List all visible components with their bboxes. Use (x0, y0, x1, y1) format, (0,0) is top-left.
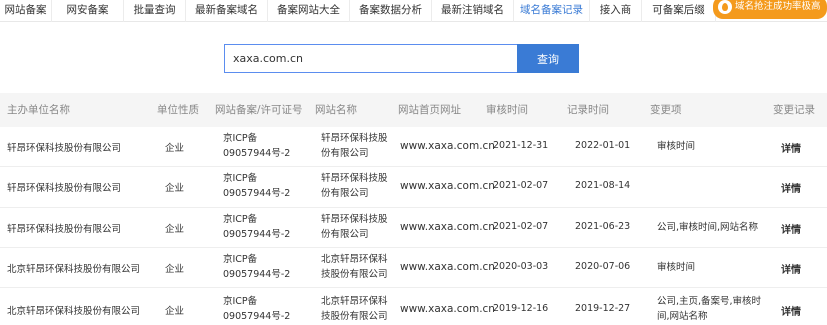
tab-providers[interactable]: 接入商 (590, 0, 642, 22)
site-name-cell: 轩昂环保科技股份有限公司 (321, 173, 388, 199)
record-date-cell: 2019-12-27 (575, 303, 631, 314)
audit-date-cell: 2021-02-07 (493, 180, 549, 191)
license-cell: 京ICP备09057944号-2 (223, 296, 291, 322)
change-cell: 审核时间 (657, 141, 696, 152)
col-header-history: 变更记录 (773, 104, 815, 116)
org-name-cell: 北京轩昂环保科技股份有限公司 (7, 306, 141, 317)
tab-batch-query[interactable]: 批量查询 (124, 0, 186, 22)
table-header: 主办单位名称 单位性质 网站备案/许可证号 网站名称 网站首页网址 审核时间 记… (0, 93, 827, 127)
detail-link[interactable]: 详情 (781, 140, 801, 155)
site-name-cell: 北京轩昂环保科技股份有限公司 (321, 254, 388, 280)
record-date-cell: 2020-07-06 (575, 261, 631, 272)
tab-security-filing[interactable]: 网安备案 (52, 0, 124, 22)
org-type-cell: 企业 (165, 264, 185, 275)
search-input[interactable] (224, 44, 517, 73)
org-name-cell: 轩昂环保科技股份有限公司 (7, 143, 122, 154)
detail-link[interactable]: 详情 (781, 261, 801, 276)
table-row: 轩昂环保科技股份有限公司 企业 京ICP备09057944号-2 轩昂环保科技股… (0, 208, 827, 248)
org-type-cell: 企业 (165, 224, 185, 235)
detail-link[interactable]: 详情 (781, 180, 801, 195)
tab-website-filing[interactable]: 网站备案 (0, 0, 52, 22)
col-header-license: 网站备案/许可证号 (215, 104, 303, 116)
search-button[interactable]: 查询 (517, 44, 579, 73)
url-cell: www.xaxa.com.cn (400, 303, 495, 315)
tab-domain-records[interactable]: 域名备案记录 (514, 0, 590, 22)
tab-data-analysis[interactable]: 备案数据分析 (350, 0, 432, 22)
tab-cancelled-domains[interactable]: 最新注销域名 (432, 0, 514, 22)
tab-site-directory[interactable]: 备案网站大全 (268, 0, 350, 22)
url-cell: www.xaxa.com.cn (400, 180, 495, 192)
table-row: 北京轩昂环保科技股份有限公司 企业 京ICP备09057944号-2 北京轩昂环… (0, 288, 827, 325)
col-header-org: 主办单位名称 (7, 104, 70, 116)
record-date-cell: 2021-08-14 (575, 180, 631, 191)
url-cell: www.xaxa.com.cn (400, 221, 495, 233)
detail-link[interactable]: 详情 (781, 303, 801, 318)
site-name-cell: 轩昂环保科技股份有限公司 (321, 133, 388, 159)
table-row: 轩昂环保科技股份有限公司 企业 京ICP备09057944号-2 轩昂环保科技股… (0, 167, 827, 208)
promo-badge[interactable]: 域名抢注成功率极高 (713, 0, 827, 19)
license-cell: 京ICP备09057944号-2 (223, 214, 291, 240)
record-date-cell: 2021-06-23 (575, 221, 631, 232)
col-header-change: 变更项 (650, 104, 682, 116)
alarm-icon (718, 0, 732, 14)
col-header-type: 单位性质 (157, 104, 199, 116)
org-name-cell: 北京轩昂环保科技股份有限公司 (7, 264, 141, 275)
org-type-cell: 企业 (165, 183, 185, 194)
audit-date-cell: 2020-03-03 (493, 261, 549, 272)
change-cell: 公司,审核时间,网站名称 (657, 222, 759, 233)
org-name-cell: 轩昂环保科技股份有限公司 (7, 224, 122, 235)
site-name-cell: 轩昂环保科技股份有限公司 (321, 214, 388, 240)
col-header-site-name: 网站名称 (315, 104, 357, 116)
url-cell: www.xaxa.com.cn (400, 261, 495, 273)
promo-badge-label: 域名抢注成功率极高 (735, 1, 821, 12)
license-cell: 京ICP备09057944号-2 (223, 173, 291, 199)
table-row: 轩昂环保科技股份有限公司 企业 京ICP备09057944号-2 轩昂环保科技股… (0, 127, 827, 167)
org-type-cell: 企业 (165, 306, 185, 317)
table-row: 北京轩昂环保科技股份有限公司 企业 京ICP备09057944号-2 北京轩昂环… (0, 248, 827, 288)
col-header-record-date: 记录时间 (567, 104, 609, 116)
org-type-cell: 企业 (165, 143, 185, 154)
tab-suffixes[interactable]: 可备案后缀 (642, 0, 716, 22)
col-header-audit-date: 审核时间 (486, 104, 528, 116)
audit-date-cell: 2019-12-16 (493, 303, 549, 314)
license-cell: 京ICP备09057944号-2 (223, 133, 291, 159)
record-date-cell: 2022-01-01 (575, 140, 631, 151)
audit-date-cell: 2021-02-07 (493, 221, 549, 232)
change-cell: 审核时间 (657, 262, 696, 273)
org-name-cell: 轩昂环保科技股份有限公司 (7, 183, 122, 194)
col-header-url: 网站首页网址 (398, 104, 461, 116)
detail-link[interactable]: 详情 (781, 221, 801, 236)
change-cell: 公司,主页,备案号,审核时间,网站名称 (657, 296, 762, 322)
license-cell: 京ICP备09057944号-2 (223, 254, 291, 280)
tab-latest-domains[interactable]: 最新备案域名 (186, 0, 268, 22)
audit-date-cell: 2021-12-31 (493, 140, 549, 151)
site-name-cell: 北京轩昂环保科技股份有限公司 (321, 296, 388, 322)
top-nav: 网站备案 网安备案 批量查询 最新备案域名 备案网站大全 备案数据分析 最新注销… (0, 0, 827, 22)
url-cell: www.xaxa.com.cn (400, 140, 495, 152)
